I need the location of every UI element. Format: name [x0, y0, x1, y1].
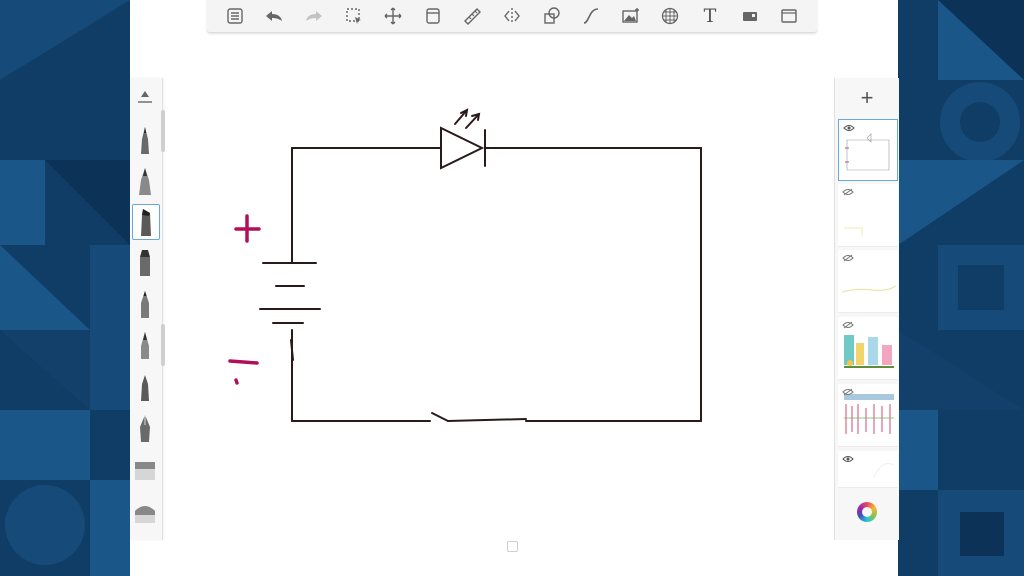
- layer-panel: +: [834, 78, 899, 540]
- brush-eraser-flat[interactable]: [132, 453, 158, 487]
- brush-pencil[interactable]: [132, 287, 158, 321]
- transform-icon: [384, 7, 402, 25]
- brush-settings-icon: [138, 91, 152, 103]
- undo-icon: [266, 11, 283, 21]
- ruler-button[interactable]: [455, 1, 489, 31]
- record-button[interactable]: [733, 1, 767, 31]
- visible-eye-icon: [842, 456, 854, 462]
- circuit-drawing: [228, 108, 702, 422]
- layer-4[interactable]: [838, 317, 898, 380]
- perspective-grid-button[interactable]: [653, 1, 687, 31]
- hidden-eye-icon: [842, 388, 854, 396]
- curve-icon: [583, 8, 599, 24]
- text-button[interactable]: T: [693, 1, 727, 31]
- brush-settings-button[interactable]: [132, 82, 158, 112]
- battery-symbol: [259, 262, 321, 361]
- brush-scrollbar-top[interactable]: [161, 110, 165, 152]
- brush-fine-liner[interactable]: [132, 370, 158, 404]
- redo-icon: [305, 11, 322, 21]
- list-icon: [227, 8, 243, 24]
- shapes-button[interactable]: [535, 1, 569, 31]
- fullscreen-icon: [781, 9, 797, 23]
- brush-fountain[interactable]: [132, 164, 158, 198]
- list-button[interactable]: [218, 1, 252, 31]
- marker-icon: [140, 250, 150, 276]
- minus-sign: [228, 359, 259, 365]
- layer-2[interactable]: [838, 184, 898, 247]
- brush-marker[interactable]: [132, 245, 158, 279]
- brush-palette: [130, 78, 163, 540]
- chisel-marker-icon: [141, 209, 151, 236]
- switch-symbol: [431, 412, 527, 422]
- hidden-eye-icon: [842, 321, 854, 329]
- add-image-button[interactable]: [614, 1, 648, 31]
- record-icon: [742, 12, 757, 21]
- redo-button[interactable]: [297, 1, 331, 31]
- selection-button[interactable]: [337, 1, 371, 31]
- fullscreen-button[interactable]: [772, 1, 806, 31]
- crop-icon: [426, 8, 440, 24]
- crop-button[interactable]: [416, 1, 450, 31]
- brush-eraser-round[interactable]: [132, 496, 158, 530]
- add-layer-button[interactable]: +: [835, 78, 899, 118]
- plus-sign: [234, 214, 261, 243]
- visible-eye-icon: [843, 125, 855, 131]
- led-symbol: [399, 108, 486, 170]
- top-toolbar: T: [207, 0, 817, 33]
- nib-pen-icon: [140, 415, 150, 442]
- fine-liner-icon: [141, 375, 149, 401]
- color-wheel-button[interactable]: [857, 502, 877, 522]
- layer-6[interactable]: [838, 451, 898, 488]
- flat-eraser-icon: [135, 462, 155, 480]
- perspective-grid-icon: [662, 7, 679, 25]
- layer-1[interactable]: [838, 119, 898, 181]
- curve-button[interactable]: [574, 1, 608, 31]
- layer-3[interactable]: [838, 250, 898, 313]
- hidden-eye-icon: [842, 254, 854, 262]
- ruler-icon: [464, 8, 482, 25]
- text-icon: T: [703, 5, 717, 27]
- hidden-eye-icon: [842, 188, 854, 196]
- ballpoint-icon: [141, 127, 149, 154]
- symmetry-icon: [504, 8, 520, 24]
- brush-ballpoint[interactable]: [132, 123, 158, 157]
- selection-icon: [345, 8, 361, 24]
- pen-icon: [141, 332, 149, 359]
- round-eraser-icon: [135, 506, 155, 523]
- undo-button[interactable]: [257, 1, 291, 31]
- symmetry-button[interactable]: [495, 1, 529, 31]
- canvas-handle[interactable]: [507, 541, 518, 552]
- brush-pen[interactable]: [132, 328, 158, 362]
- add-image-icon: [622, 8, 639, 23]
- brush-scrollbar-bottom[interactable]: [161, 324, 165, 366]
- pencil-icon: [141, 291, 149, 318]
- transform-button[interactable]: [376, 1, 410, 31]
- fountain-pen-icon: [139, 168, 151, 195]
- shapes-icon: [543, 7, 560, 24]
- brush-chisel-marker[interactable]: [132, 204, 160, 240]
- brush-nib[interactable]: [132, 411, 158, 445]
- layer-5[interactable]: [838, 384, 898, 447]
